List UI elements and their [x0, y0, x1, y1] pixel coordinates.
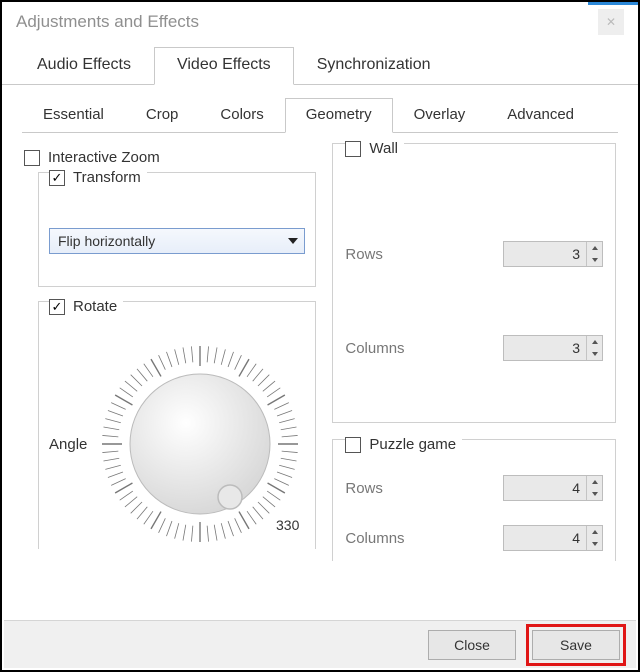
transform-label: Transform	[73, 169, 141, 186]
wall-columns-value: 3	[504, 340, 586, 356]
spinner-arrows	[586, 476, 602, 500]
close-icon[interactable]: ✕	[598, 9, 624, 35]
rotate-label: Rotate	[73, 298, 117, 315]
puzzle-rows-value: 4	[504, 480, 586, 496]
spinner-arrows	[586, 336, 602, 360]
wall-checkbox[interactable]: Wall	[345, 140, 404, 157]
transform-mode-select[interactable]: Flip horizontally	[49, 228, 305, 254]
chevron-down-icon[interactable]	[587, 538, 602, 550]
transform-checkbox[interactable]: Transform	[49, 169, 147, 186]
transform-mode-value: Flip horizontally	[58, 233, 155, 249]
wall-label: Wall	[369, 140, 398, 157]
video-subtabs: Essential Crop Colors Geometry Overlay A…	[22, 97, 618, 133]
puzzle-rows-spinner[interactable]: 4	[503, 475, 603, 501]
chevron-down-icon[interactable]	[587, 254, 602, 266]
wall-rows-value: 3	[504, 246, 586, 262]
wall-columns-label: Columns	[345, 340, 404, 357]
checkbox-icon	[49, 299, 65, 315]
puzzle-columns-value: 4	[504, 530, 586, 546]
puzzle-columns-label: Columns	[345, 530, 404, 547]
dialog-footer: Close Save	[4, 620, 636, 668]
tab-overlay[interactable]: Overlay	[393, 98, 487, 133]
spinner-arrows	[586, 242, 602, 266]
tab-advanced[interactable]: Advanced	[486, 98, 595, 133]
tab-essential[interactable]: Essential	[22, 98, 125, 133]
puzzle-checkbox[interactable]: Puzzle game	[345, 436, 462, 453]
checkbox-icon	[49, 170, 65, 186]
wall-group: Wall Rows 3 Columns 3	[332, 143, 616, 423]
wall-rows-spinner[interactable]: 3	[503, 241, 603, 267]
chevron-down-icon[interactable]	[587, 348, 602, 360]
angle-label: Angle	[49, 436, 89, 453]
puzzle-group: Puzzle game Rows 4 Columns 4	[332, 439, 616, 561]
chevron-down-icon	[288, 238, 298, 244]
tab-geometry[interactable]: Geometry	[285, 98, 393, 133]
rotate-group: Rotate Angle	[38, 301, 316, 549]
puzzle-label: Puzzle game	[369, 436, 456, 453]
checkbox-icon	[345, 437, 361, 453]
tab-synchronization[interactable]: Synchronization	[294, 47, 454, 85]
interactive-zoom-label: Interactive Zoom	[48, 149, 160, 166]
transform-group: Transform Flip horizontally	[38, 172, 316, 287]
tab-video-effects[interactable]: Video Effects	[154, 47, 294, 85]
tab-colors[interactable]: Colors	[199, 98, 284, 133]
chevron-up-icon[interactable]	[587, 476, 602, 488]
close-button[interactable]: Close	[428, 630, 516, 660]
chevron-up-icon[interactable]	[587, 526, 602, 538]
checkbox-icon	[24, 150, 40, 166]
main-tabs: Audio Effects Video Effects Synchronizat…	[2, 42, 638, 85]
interactive-zoom-checkbox[interactable]: Interactive Zoom	[24, 149, 316, 166]
chevron-up-icon[interactable]	[587, 242, 602, 254]
angle-tick-label: 330	[276, 517, 299, 533]
chevron-down-icon[interactable]	[587, 488, 602, 500]
wall-columns-spinner[interactable]: 3	[503, 335, 603, 361]
rotate-checkbox[interactable]: Rotate	[49, 298, 123, 315]
angle-dial[interactable]: 330	[95, 339, 305, 549]
spinner-arrows	[586, 526, 602, 550]
tab-crop[interactable]: Crop	[125, 98, 200, 133]
window-title: Adjustments and Effects	[16, 12, 199, 32]
puzzle-rows-label: Rows	[345, 480, 383, 497]
save-button[interactable]: Save	[532, 630, 620, 660]
chevron-up-icon[interactable]	[587, 336, 602, 348]
tab-audio-effects[interactable]: Audio Effects	[14, 47, 154, 85]
wall-rows-label: Rows	[345, 246, 383, 263]
checkbox-icon	[345, 141, 361, 157]
puzzle-columns-spinner[interactable]: 4	[503, 525, 603, 551]
save-highlight: Save	[526, 624, 626, 666]
